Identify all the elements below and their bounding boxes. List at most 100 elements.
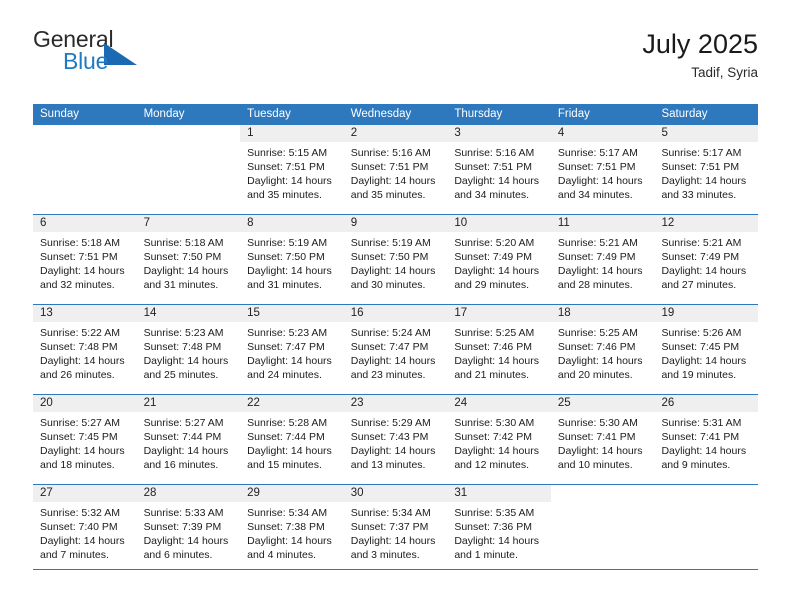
- day-cell[interactable]: 16 Sunrise: 5:24 AM Sunset: 7:47 PM Dayligh…: [343, 305, 448, 394]
- day-info: Sunrise: 5:20 AM Sunset: 7:49 PM Daylight:…: [447, 232, 551, 292]
- day-number-strip: 7: [136, 215, 241, 232]
- day-cell[interactable]: 27 Sunrise: 5:32 AM Sunset: 7:40 PM Dayligh…: [33, 485, 137, 574]
- daylight-text: Daylight: 14 hours: [143, 535, 229, 548]
- daylight-text: Daylight: 14 hours: [40, 535, 125, 548]
- daylight-text: Daylight: 14 hours: [350, 265, 436, 278]
- sunset-text: Sunset: 7:44 PM: [143, 431, 222, 444]
- week-row: 1 Sunrise: 5:15 AM Sunset: 7:51 PM Daylight…: [33, 125, 759, 214]
- sunrise-text: Sunrise: 5:32 AM: [40, 507, 120, 519]
- day-cell[interactable]: 23 Sunrise: 5:29 AM Sunset: 7:43 PM Dayligh…: [343, 395, 448, 484]
- day-number: 11: [557, 217, 570, 229]
- sunset-text: Sunset: 7:37 PM: [350, 521, 429, 534]
- day-number: 27: [40, 487, 53, 499]
- sunrise-text: Sunrise: 5:31 AM: [661, 417, 742, 429]
- day-cell[interactable]: 11 Sunrise: 5:21 AM Sunset: 7:49 PM Dayligh…: [550, 215, 655, 304]
- sunrise-text: Sunrise: 5:27 AM: [143, 417, 224, 429]
- sunset-text: Sunset: 7:51 PM: [247, 161, 325, 174]
- day-cell[interactable]: 10 Sunrise: 5:20 AM Sunset: 7:49 PM Dayligh…: [447, 215, 551, 304]
- day-cell[interactable]: 20 Sunrise: 5:27 AM Sunset: 7:45 PM Dayligh…: [33, 395, 137, 484]
- day-info: Sunrise: 5:22 AM Sunset: 7:48 PM Daylight:…: [33, 322, 137, 382]
- daylight-text: and 31 minutes.: [247, 279, 322, 292]
- day-cell[interactable]: 4 Sunrise: 5:17 AM Sunset: 7:51 PM Daylight…: [550, 125, 655, 214]
- day-cell[interactable]: 22 Sunrise: 5:28 AM Sunset: 7:44 PM Dayligh…: [240, 395, 344, 484]
- calendar-grid: Sunday Monday Tuesday Wednesday Thursday…: [33, 104, 759, 574]
- daylight-text: Daylight: 14 hours: [143, 445, 229, 458]
- day-cell[interactable]: 19 Sunrise: 5:26 AM Sunset: 7:45 PM Dayligh…: [654, 305, 759, 394]
- daylight-text: Daylight: 14 hours: [557, 175, 643, 188]
- day-cell[interactable]: 14 Sunrise: 5:23 AM Sunset: 7:48 PM Dayligh…: [136, 305, 241, 394]
- day-cell[interactable]: 12 Sunrise: 5:21 AM Sunset: 7:49 PM Dayligh…: [654, 215, 759, 304]
- day-cell[interactable]: 3 Sunrise: 5:16 AM Sunset: 7:51 PM Daylight…: [447, 125, 551, 214]
- weekday-header-friday: Friday: [557, 108, 590, 120]
- sunset-text: Sunset: 7:41 PM: [557, 431, 636, 444]
- day-number: 4: [557, 127, 565, 139]
- day-info: Sunrise: 5:35 AM Sunset: 7:36 PM Daylight:…: [447, 502, 551, 562]
- day-number-strip: 22: [240, 395, 344, 412]
- day-number-strip: 20: [33, 395, 137, 412]
- day-number-strip: [137, 125, 241, 142]
- daylight-text: Daylight: 14 hours: [454, 355, 539, 368]
- day-info: Sunrise: 5:24 AM Sunset: 7:47 PM Daylight:…: [344, 322, 448, 382]
- daylight-text: Daylight: 14 hours: [247, 355, 332, 368]
- calendar-bottom-rule: [33, 569, 758, 570]
- sunset-text: Sunset: 7:51 PM: [40, 251, 118, 264]
- daylight-text: Daylight: 14 hours: [454, 175, 539, 188]
- day-cell[interactable]: 13 Sunrise: 5:22 AM Sunset: 7:48 PM Dayligh…: [33, 305, 137, 394]
- day-number-strip: 5: [654, 125, 759, 142]
- day-cell[interactable]: 8 Sunrise: 5:19 AM Sunset: 7:50 PM Daylight…: [240, 215, 344, 304]
- day-number: 9: [350, 217, 358, 229]
- day-cell[interactable]: 30 Sunrise: 5:34 AM Sunset: 7:37 PM Dayligh…: [343, 485, 448, 574]
- day-info: Sunrise: 5:21 AM Sunset: 7:49 PM Daylight:…: [551, 232, 655, 292]
- day-cell[interactable]: 21 Sunrise: 5:27 AM Sunset: 7:44 PM Dayligh…: [136, 395, 241, 484]
- general-blue-logo[interactable]: General Blue: [33, 28, 153, 84]
- day-cell[interactable]: 9 Sunrise: 5:19 AM Sunset: 7:50 PM Daylight…: [343, 215, 448, 304]
- day-info: Sunrise: 5:32 AM Sunset: 7:40 PM Daylight:…: [33, 502, 137, 562]
- sunrise-text: Sunrise: 5:17 AM: [661, 147, 742, 159]
- day-cell[interactable]: 15 Sunrise: 5:23 AM Sunset: 7:47 PM Dayligh…: [240, 305, 344, 394]
- day-number: 2: [350, 127, 358, 139]
- day-number-strip: 1: [240, 125, 344, 142]
- day-number-strip: 14: [136, 305, 241, 322]
- sunset-text: Sunset: 7:47 PM: [350, 341, 429, 354]
- day-info: Sunrise: 5:25 AM Sunset: 7:46 PM Daylight:…: [447, 322, 551, 382]
- daylight-text: and 13 minutes.: [350, 459, 426, 472]
- day-cell[interactable]: 17 Sunrise: 5:25 AM Sunset: 7:46 PM Dayligh…: [447, 305, 551, 394]
- sunrise-text: Sunrise: 5:18 AM: [40, 237, 120, 249]
- day-cell-empty: [654, 485, 758, 574]
- day-cell[interactable]: 18 Sunrise: 5:25 AM Sunset: 7:46 PM Dayligh…: [550, 305, 655, 394]
- sunrise-text: Sunrise: 5:18 AM: [143, 237, 224, 249]
- day-cell[interactable]: 31 Sunrise: 5:35 AM Sunset: 7:36 PM Dayligh…: [447, 485, 551, 574]
- day-cell[interactable]: 7 Sunrise: 5:18 AM Sunset: 7:50 PM Daylight…: [136, 215, 241, 304]
- day-number: 10: [454, 217, 468, 229]
- day-cell[interactable]: 25 Sunrise: 5:30 AM Sunset: 7:41 PM Dayligh…: [550, 395, 655, 484]
- day-number-strip: 23: [343, 395, 448, 412]
- day-number-strip: [551, 485, 655, 502]
- day-cell[interactable]: 2 Sunrise: 5:16 AM Sunset: 7:51 PM Daylight…: [343, 125, 448, 214]
- day-cell[interactable]: 5 Sunrise: 5:17 AM Sunset: 7:51 PM Daylight…: [654, 125, 759, 214]
- day-cell-empty: [33, 125, 137, 214]
- daylight-text: and 33 minutes.: [661, 189, 737, 202]
- day-cell[interactable]: 24 Sunrise: 5:30 AM Sunset: 7:42 PM Dayligh…: [447, 395, 551, 484]
- day-cell[interactable]: 28 Sunrise: 5:33 AM Sunset: 7:39 PM Dayligh…: [136, 485, 241, 574]
- daylight-text: Daylight: 14 hours: [350, 355, 436, 368]
- day-number: 25: [557, 397, 571, 409]
- day-cell[interactable]: 29 Sunrise: 5:34 AM Sunset: 7:38 PM Dayligh…: [240, 485, 344, 574]
- daylight-text: and 30 minutes.: [350, 279, 426, 292]
- day-number-strip: 17: [447, 305, 551, 322]
- day-info: Sunrise: 5:27 AM Sunset: 7:44 PM Daylight:…: [137, 412, 241, 472]
- weekday-header-saturday: Saturday: [661, 108, 708, 120]
- daylight-text: Daylight: 14 hours: [247, 535, 332, 548]
- daylight-text: Daylight: 14 hours: [557, 265, 643, 278]
- day-number: 21: [143, 397, 157, 409]
- day-number-strip: 13: [33, 305, 137, 322]
- day-number-strip: 6: [33, 215, 137, 232]
- sunset-text: Sunset: 7:46 PM: [454, 341, 532, 354]
- day-number: 7: [143, 217, 150, 229]
- day-cell[interactable]: 26 Sunrise: 5:31 AM Sunset: 7:41 PM Dayligh…: [654, 395, 759, 484]
- day-number-strip: 10: [447, 215, 551, 232]
- day-cell[interactable]: 1 Sunrise: 5:15 AM Sunset: 7:51 PM Daylight…: [240, 125, 344, 214]
- day-number-strip: 30: [343, 485, 448, 502]
- day-cell[interactable]: 6 Sunrise: 5:18 AM Sunset: 7:51 PM Daylight…: [33, 215, 137, 304]
- daylight-text: and 10 minutes.: [557, 459, 633, 472]
- day-number-strip: 19: [654, 305, 759, 322]
